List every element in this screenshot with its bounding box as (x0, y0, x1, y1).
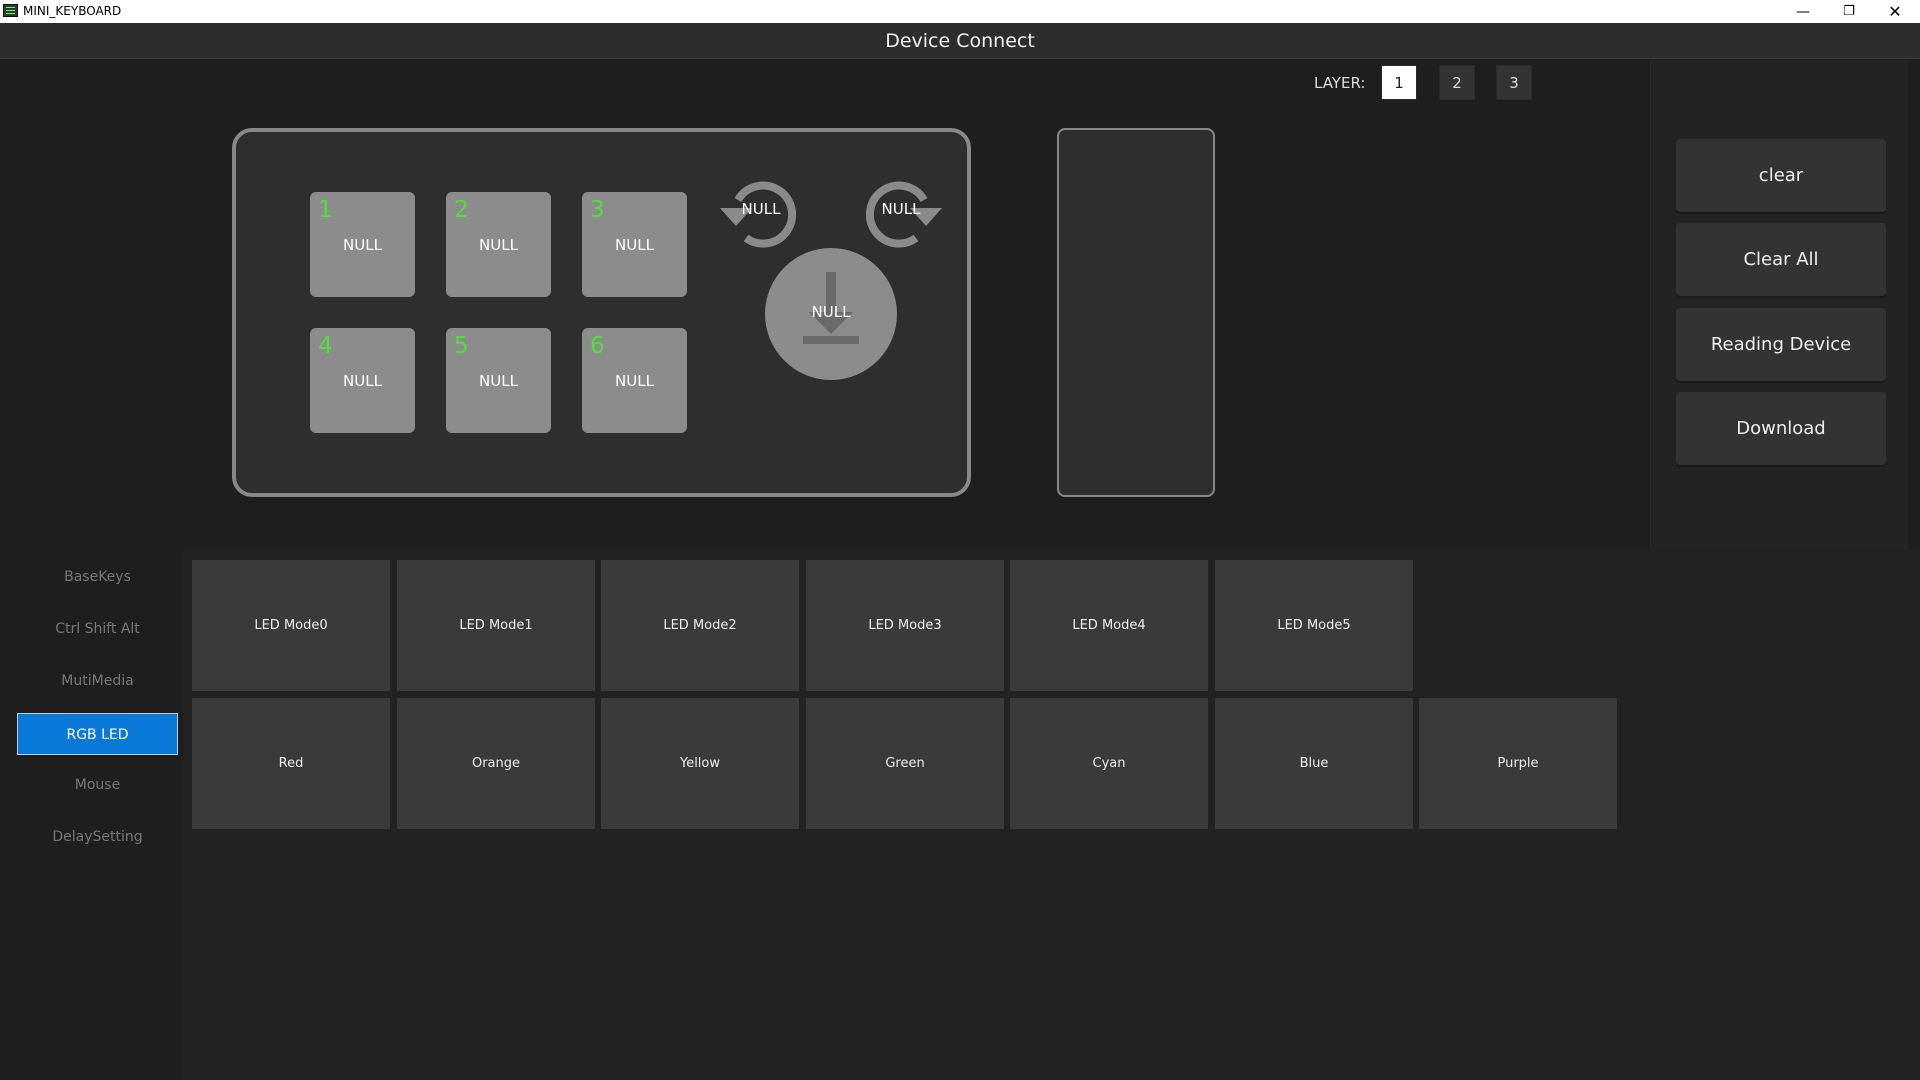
layer-3-button[interactable]: 3 (1496, 65, 1532, 100)
device-connect-title[interactable]: Device Connect (0, 23, 1920, 59)
key-label: NULL (343, 236, 382, 254)
led-mode-1-button[interactable]: LED Mode1 (397, 560, 595, 691)
nav-mouse[interactable]: Mouse (17, 764, 178, 806)
window-title: MINI_KEYBOARD (23, 4, 122, 18)
key-4[interactable]: 4 NULL (310, 328, 415, 433)
key-label: NULL (343, 372, 382, 390)
key-3[interactable]: 3 NULL (582, 192, 687, 297)
nav-delay-setting[interactable]: DelaySetting (17, 816, 178, 858)
key-number: 6 (590, 333, 605, 359)
key-2[interactable]: 2 NULL (446, 192, 551, 297)
clear-button[interactable]: clear (1676, 139, 1886, 212)
nav-multimedia[interactable]: MutiMedia (17, 660, 178, 702)
key-5[interactable]: 5 NULL (446, 328, 551, 433)
key-number: 5 (454, 333, 469, 359)
knob-rotate-right[interactable]: NULL (856, 178, 946, 256)
keyboard-app-icon (3, 4, 18, 17)
led-mode-5-button[interactable]: LED Mode5 (1215, 560, 1413, 691)
knob-right-label: NULL (881, 200, 921, 218)
led-mode-2-button[interactable]: LED Mode2 (601, 560, 799, 691)
knob-left-label: NULL (741, 200, 781, 218)
color-red-button[interactable]: Red (192, 698, 390, 829)
knob-press[interactable]: NULL (765, 248, 897, 380)
nav-rgb-led[interactable]: RGB LED (17, 713, 178, 755)
layer-2-button[interactable]: 2 (1439, 65, 1475, 100)
led-mode-0-button[interactable]: LED Mode0 (192, 560, 390, 691)
nav-ctrl-shift-alt[interactable]: Ctrl Shift Alt (17, 608, 178, 650)
color-yellow-button[interactable]: Yellow (601, 698, 799, 829)
key-number: 1 (318, 197, 333, 223)
side-display-panel (1057, 128, 1215, 497)
layer-label: LAYER: (1314, 74, 1366, 92)
reading-device-button[interactable]: Reading Device (1676, 308, 1886, 381)
key-number: 3 (590, 197, 605, 223)
led-mode-3-button[interactable]: LED Mode3 (806, 560, 1004, 691)
knob-press-label: NULL (811, 303, 851, 321)
key-label: NULL (615, 372, 654, 390)
key-label: NULL (615, 236, 654, 254)
minimize-button[interactable]: — (1780, 0, 1826, 23)
window-titlebar: MINI_KEYBOARD — ❐ ✕ (0, 0, 1920, 23)
rgb-led-grid: LED Mode0 LED Mode1 LED Mode2 LED Mode3 … (183, 550, 1920, 1080)
color-blue-button[interactable]: Blue (1215, 698, 1413, 829)
key-label: NULL (479, 236, 518, 254)
keyboard-layout: 1 NULL 2 NULL 3 NULL 4 NULL 5 NULL 6 NUL… (232, 128, 971, 497)
actions-panel: clear Clear All Reading Device Download (1650, 60, 1908, 550)
clear-all-button[interactable]: Clear All (1676, 223, 1886, 296)
knob-rotate-left[interactable]: NULL (716, 178, 806, 256)
key-label: NULL (479, 372, 518, 390)
close-button[interactable]: ✕ (1872, 0, 1918, 23)
color-orange-button[interactable]: Orange (397, 698, 595, 829)
layer-1-button[interactable]: 1 (1381, 65, 1417, 100)
key-number: 4 (318, 333, 333, 359)
color-cyan-button[interactable]: Cyan (1010, 698, 1208, 829)
led-mode-4-button[interactable]: LED Mode4 (1010, 560, 1208, 691)
key-1[interactable]: 1 NULL (310, 192, 415, 297)
category-nav: BaseKeys Ctrl Shift Alt MutiMedia RGB LE… (0, 550, 183, 1080)
key-6[interactable]: 6 NULL (582, 328, 687, 433)
header-bar: Device Connect (0, 23, 1920, 59)
color-green-button[interactable]: Green (806, 698, 1004, 829)
color-purple-button[interactable]: Purple (1419, 698, 1617, 829)
download-button[interactable]: Download (1676, 392, 1886, 465)
nav-basekeys[interactable]: BaseKeys (17, 556, 178, 598)
key-number: 2 (454, 197, 469, 223)
restore-button[interactable]: ❐ (1826, 0, 1872, 23)
